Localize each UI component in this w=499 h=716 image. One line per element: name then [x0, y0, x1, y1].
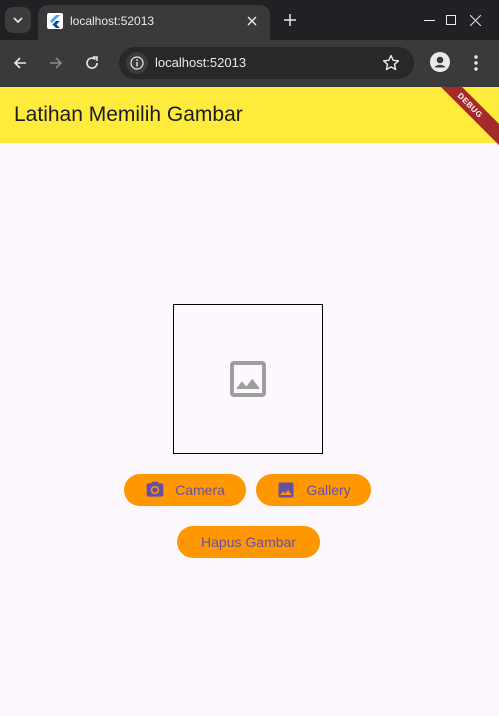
- bookmark-star-icon[interactable]: [382, 54, 400, 72]
- close-icon: [247, 16, 257, 26]
- browser-menu-button[interactable]: [466, 51, 486, 75]
- account-icon: [430, 52, 450, 72]
- gallery-button-label: Gallery: [306, 482, 351, 498]
- photo-camera-icon: [145, 480, 165, 500]
- image-placeholder-icon: [230, 361, 266, 397]
- camera-button-label: Camera: [175, 482, 225, 498]
- reload-icon: [86, 56, 98, 69]
- window-close-button[interactable]: [453, 0, 497, 40]
- back-button[interactable]: [8, 51, 32, 75]
- arrow-left-icon: [13, 57, 26, 69]
- image-icon: [276, 480, 296, 500]
- chevron-down-icon: [13, 17, 23, 24]
- browser-tab[interactable]: localhost:52013: [38, 5, 270, 40]
- info-icon: [130, 56, 144, 70]
- new-tab-button[interactable]: [280, 10, 300, 30]
- close-window-icon: [469, 14, 481, 26]
- tab-search-button[interactable]: [5, 7, 31, 33]
- more-vert-icon: [474, 55, 478, 71]
- flutter-favicon-icon: [47, 13, 63, 29]
- arrow-right-icon: [50, 57, 63, 69]
- plus-icon: [284, 14, 296, 26]
- app-page: Latihan Memilih Gambar DEBUG Camera Gall…: [0, 87, 499, 716]
- url-text: localhost:52013: [155, 55, 247, 70]
- address-bar[interactable]: localhost:52013: [119, 47, 414, 79]
- page-title: Latihan Memilih Gambar: [14, 103, 243, 126]
- camera-button[interactable]: Camera: [124, 474, 246, 506]
- app-bar: Latihan Memilih Gambar: [0, 87, 499, 143]
- browser-tabstrip: localhost:52013: [0, 0, 499, 40]
- hapus-gambar-button[interactable]: Hapus Gambar: [177, 526, 320, 558]
- browser-toolbar: localhost:52013: [0, 40, 499, 87]
- gallery-button[interactable]: Gallery: [256, 474, 371, 506]
- tab-close-button[interactable]: [242, 11, 262, 31]
- profile-button[interactable]: [428, 50, 452, 74]
- forward-button[interactable]: [44, 51, 68, 75]
- hapus-gambar-label: Hapus Gambar: [201, 534, 296, 550]
- image-preview: [173, 304, 323, 454]
- reload-button[interactable]: [80, 51, 104, 75]
- site-info-button[interactable]: [126, 52, 148, 74]
- tab-title: localhost:52013: [70, 14, 155, 28]
